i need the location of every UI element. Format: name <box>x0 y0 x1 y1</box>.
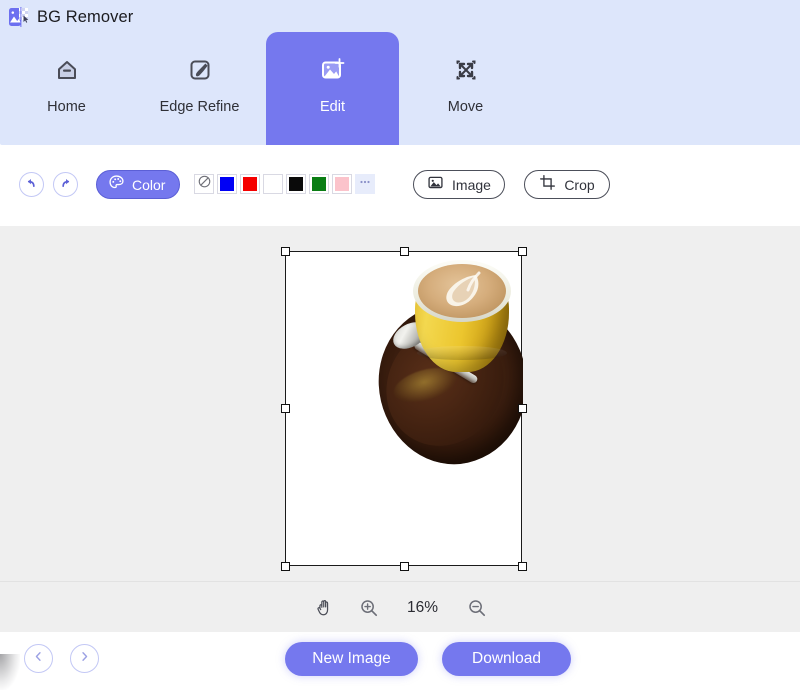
zoom-in-icon[interactable] <box>359 598 379 618</box>
tab-home[interactable]: Home <box>0 32 133 145</box>
edit-image-icon <box>317 54 349 86</box>
bg-remover-window: BG Remover Home Edge Refine Edit Move Co… <box>0 0 800 690</box>
color-button-label: Color <box>132 176 166 193</box>
swatch-white-fill <box>266 177 280 191</box>
swatch-blue[interactable] <box>217 174 237 194</box>
download-button[interactable]: Download <box>442 642 571 676</box>
new-image-button[interactable]: New Image <box>285 642 418 676</box>
swatch-pink[interactable] <box>332 174 352 194</box>
redo-button[interactable] <box>53 172 78 197</box>
color-swatch-list <box>194 174 375 194</box>
handle-middle-left[interactable] <box>281 404 290 413</box>
zoom-level-value: 16% <box>406 598 439 616</box>
redo-arrow-icon <box>58 175 73 195</box>
chevron-left-icon <box>32 650 45 668</box>
swatch-pink-fill <box>335 177 349 191</box>
swatch-none[interactable] <box>194 174 214 194</box>
zoom-out-icon[interactable] <box>467 598 487 618</box>
swatch-black-fill <box>289 177 303 191</box>
app-title: BG Remover <box>37 7 134 26</box>
color-button[interactable]: Color <box>96 170 181 199</box>
tab-move-label: Move <box>447 99 484 115</box>
tab-edge-refine[interactable]: Edge Refine <box>133 32 266 145</box>
tab-home-label: Home <box>47 99 86 115</box>
handle-middle-right[interactable] <box>518 404 527 413</box>
tab-edit[interactable]: Edit <box>266 32 399 145</box>
handle-top-center[interactable] <box>400 247 409 256</box>
swatch-green-fill <box>312 177 326 191</box>
undo-arrow-icon <box>24 175 39 195</box>
canvas-area[interactable] <box>0 226 800 581</box>
crop-button-label: Crop <box>564 176 595 193</box>
brand: BG Remover <box>8 5 133 29</box>
edge-refine-icon <box>184 54 216 86</box>
app-logo-icon <box>8 6 30 28</box>
tab-edit-label: Edit <box>320 99 345 115</box>
crop-button[interactable]: Crop <box>524 170 610 199</box>
zoom-toolbar: 16% <box>0 581 800 633</box>
home-icon <box>51 54 83 86</box>
crop-icon <box>539 174 556 196</box>
picture-icon <box>427 174 444 196</box>
chevron-right-icon <box>78 650 91 668</box>
swatch-white[interactable] <box>263 174 283 194</box>
hand-icon[interactable] <box>314 597 335 618</box>
next-button[interactable] <box>70 644 99 673</box>
handle-bottom-center[interactable] <box>400 562 409 571</box>
swatch-green[interactable] <box>309 174 329 194</box>
main-tabs: Home Edge Refine Edit Move <box>0 32 800 145</box>
more-dots-icon <box>358 175 372 194</box>
move-icon <box>450 54 482 86</box>
artboard[interactable] <box>281 247 527 571</box>
handle-bottom-right[interactable] <box>518 562 527 571</box>
handle-bottom-left[interactable] <box>281 562 290 571</box>
swatch-blue-fill <box>220 177 234 191</box>
swatch-red-fill <box>243 177 257 191</box>
cup-ring-shape <box>417 346 507 360</box>
no-color-icon <box>197 174 212 194</box>
tab-edge-refine-label: Edge Refine <box>159 99 240 115</box>
handle-top-left[interactable] <box>281 247 290 256</box>
edited-photo[interactable] <box>371 252 523 479</box>
swatch-red[interactable] <box>240 174 260 194</box>
undo-button[interactable] <box>19 172 44 197</box>
download-button-label: Download <box>472 650 541 668</box>
swatch-black[interactable] <box>286 174 306 194</box>
tab-move[interactable]: Move <box>399 32 532 145</box>
image-button[interactable]: Image <box>413 170 505 199</box>
latte-art-shape <box>433 270 491 312</box>
handle-top-right[interactable] <box>518 247 527 256</box>
new-image-button-label: New Image <box>312 650 391 668</box>
app-header: BG Remover Home Edge Refine Edit Move <box>0 0 800 145</box>
palette-icon <box>108 174 125 196</box>
swatch-more-button[interactable] <box>355 174 375 194</box>
image-button-label: Image <box>452 176 491 193</box>
previous-button[interactable] <box>24 644 53 673</box>
